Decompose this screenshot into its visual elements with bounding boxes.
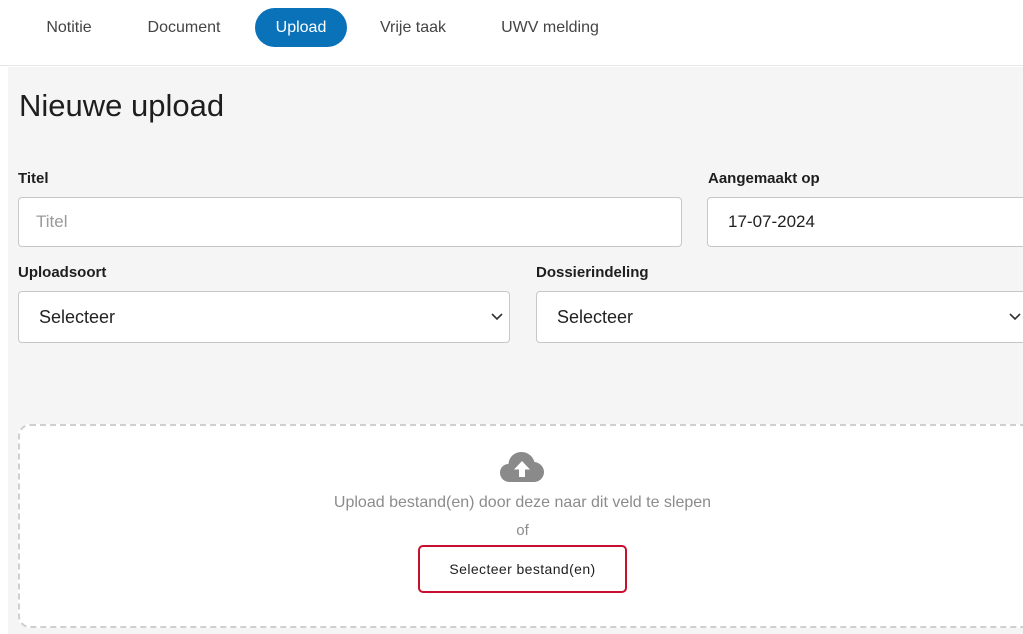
tab-vrije-taak[interactable]: Vrije taak (367, 8, 459, 47)
file-plan-value: Selecteer (557, 307, 634, 327)
tab-upload[interactable]: Upload (255, 8, 347, 47)
file-plan-select[interactable]: Selecteer (536, 291, 1023, 343)
tab-notitie[interactable]: Notitie (24, 8, 114, 47)
dropzone-or: of (516, 522, 529, 539)
upload-type-value: Selecteer (39, 307, 116, 327)
file-plan-label: Dossierindeling (536, 264, 649, 281)
dropzone-instruction: Upload bestand(en) door deze naar dit ve… (333, 494, 712, 511)
tab-bar: Notitie Document Upload Vrije taak UWV m… (0, 0, 1023, 66)
title-input[interactable] (18, 197, 682, 247)
upload-type-select[interactable]: Selecteer (18, 291, 510, 343)
upload-type-label: Uploadsoort (18, 264, 107, 281)
created-date-label: Aangemaakt op (708, 170, 820, 187)
created-date-input[interactable] (707, 197, 1023, 247)
select-files-button[interactable]: Selecteer bestand(en) (418, 545, 627, 593)
title-label: Titel (18, 170, 49, 187)
tab-document[interactable]: Document (138, 8, 230, 47)
cloud-upload-icon (500, 452, 544, 482)
chevron-down-icon (1009, 313, 1021, 321)
page-title: Nieuwe upload (19, 88, 225, 123)
chevron-down-icon (491, 313, 503, 321)
tab-uwv-melding[interactable]: UWV melding (487, 8, 613, 47)
